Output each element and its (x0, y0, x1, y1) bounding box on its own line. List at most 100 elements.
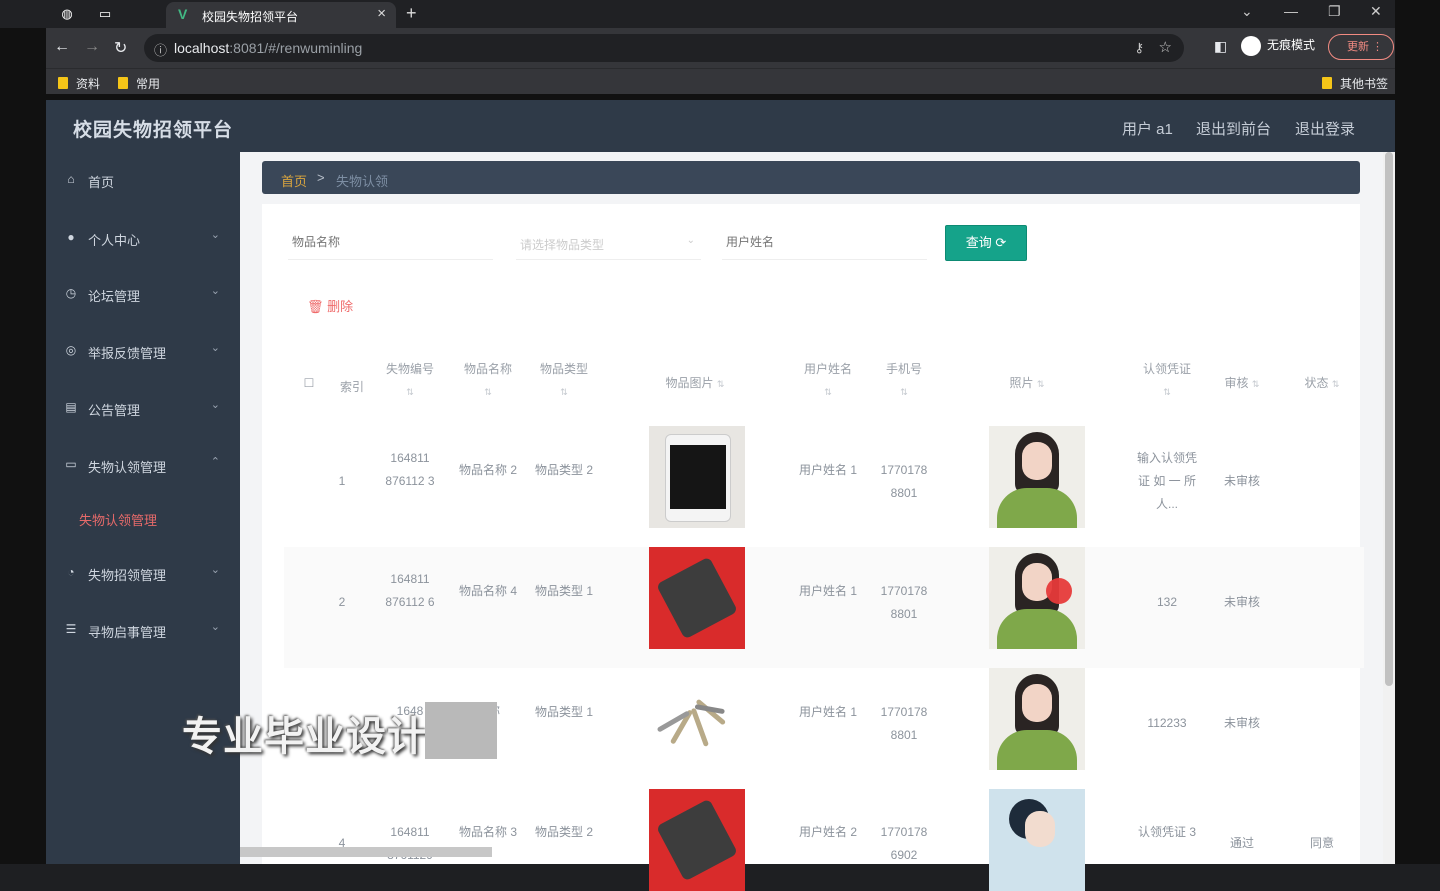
chevron-down-icon: ⌄ (210, 564, 220, 576)
item-type-select[interactable]: 请选择物品类型 ⌄ (516, 224, 701, 260)
row-proof: 认领凭证 3 (1137, 825, 1196, 839)
mouse-cursor-highlight (1046, 578, 1072, 604)
item-name-input[interactable] (288, 224, 493, 259)
minimize-icon[interactable]: — (1284, 3, 1298, 19)
user-photo[interactable] (989, 789, 1085, 891)
bookmarks-bar: 资料 常用 其他书签 (46, 68, 1395, 94)
scroll-thumb[interactable] (1385, 152, 1393, 686)
trash-icon: 🗑 (307, 299, 324, 314)
row-review: 通过 (1229, 836, 1254, 850)
bookmark-folder-2[interactable]: 常用 (118, 75, 160, 92)
user-photo[interactable] (989, 547, 1085, 649)
row-type: 物品类型 1 (534, 584, 593, 598)
current-user-link[interactable]: 用户 a1 (1122, 118, 1173, 139)
col-name[interactable]: 物品名称 ⇅ (458, 358, 518, 403)
tab-search-icon[interactable]: ▭ (96, 5, 114, 23)
active-tab[interactable]: V 校园失物招领平台 × (166, 2, 396, 28)
sidebar-item-forum[interactable]: ◷ 论坛管理 ⌄ (46, 274, 240, 314)
col-image[interactable]: 物品图片 ⇅ (640, 372, 750, 395)
delete-button[interactable]: 🗑 删除 (307, 296, 353, 315)
chevron-down-icon: ⌄ (210, 285, 220, 297)
sidebar-item-report[interactable]: ◎ 举报反馈管理 ⌄ (46, 331, 240, 371)
password-key-icon[interactable]: ⚷ (1134, 40, 1144, 56)
bookmark-folder-1[interactable]: 资料 (58, 75, 100, 92)
item-name-search[interactable] (288, 224, 493, 260)
sidebar-item-home[interactable]: ⌂ 首页 (46, 160, 240, 200)
col-status[interactable]: 状态 ⇅ (1292, 372, 1352, 395)
folder-icon (58, 77, 68, 89)
reload-icon[interactable]: ↻ (114, 38, 127, 58)
restore-icon[interactable]: ❐ (1328, 3, 1341, 20)
address-bar[interactable]: ⓘ localhost:8081/#/renwuminling ⚷ ☆ (144, 34, 1184, 62)
user-photo[interactable] (989, 426, 1085, 528)
col-code[interactable]: 失物编号 ⇅ (380, 358, 440, 403)
row-user: 用户姓名 1 (798, 463, 857, 477)
user-name-input[interactable] (722, 224, 927, 259)
site-info-icon[interactable]: ⓘ (154, 40, 167, 59)
sidebar-subitem-claim[interactable]: 失物认领管理 (79, 510, 157, 529)
sidebar-item-search-notice[interactable]: ☰ 寻物启事管理 ⌄ (46, 610, 240, 650)
item-image-keys[interactable] (649, 668, 745, 770)
sidebar-item-label: 寻物启事管理 (88, 625, 167, 640)
query-button[interactable]: 查询 ⟳ (945, 225, 1027, 261)
notice-icon: ▤ (65, 400, 77, 414)
forward-icon[interactable]: → (84, 38, 100, 56)
item-image-wallet[interactable] (649, 547, 745, 649)
sidebar-item-label: 论坛管理 (88, 289, 141, 304)
sidepanel-icon[interactable]: ◧ (1214, 38, 1227, 55)
folder-icon (1322, 77, 1332, 89)
app-title: 校园失物招领平台 (73, 120, 234, 141)
user-photo[interactable] (989, 668, 1085, 770)
user-name-search[interactable] (722, 224, 927, 260)
col-type[interactable]: 物品类型 ⇅ (534, 358, 594, 403)
col-photo[interactable]: 照片 ⇅ (992, 372, 1062, 395)
incognito-indicator[interactable]: 无痕模式 (1241, 36, 1315, 56)
row-proof: 112233 (1147, 716, 1187, 730)
col-user[interactable]: 用户姓名 ⇅ (798, 358, 858, 403)
sidebar-item-label: 失物认领管理 (88, 460, 167, 475)
tab-list-chevron-icon[interactable]: ⌄ (1241, 3, 1253, 20)
browser-toolbar: ← → ↻ ⓘ localhost:8081/#/renwuminling ⚷ … (46, 28, 1395, 68)
sidebar-item-claim[interactable]: ▭ 失物认领管理 ⌃ (46, 445, 240, 485)
browser-window: ◉ ◍ ▭ V 校园失物招领平台 × + ⌄ — ❐ ✕ ← → ↻ ⓘ loc… (0, 0, 1440, 891)
exit-to-front-link[interactable]: 退出到前台 (1196, 118, 1271, 139)
col-review[interactable]: 审核 ⇅ (1212, 372, 1272, 395)
lost-icon: ◔ (67, 565, 75, 579)
col-index: 索引 (339, 380, 364, 394)
back-icon[interactable]: ← (54, 38, 70, 56)
other-bookmarks[interactable]: 其他书签 (1322, 75, 1388, 92)
breadcrumb-current: 失物认领 (336, 174, 389, 189)
row-review: 未审核 (1223, 716, 1260, 730)
sidebar-item-label: 失物招领管理 (88, 568, 167, 583)
sidebar-item-profile[interactable]: ● 个人中心 ⌄ (46, 218, 240, 258)
tab-title: 校园失物招领平台 (202, 10, 299, 24)
item-image-wallet[interactable] (649, 789, 745, 891)
vertical-scrollbar[interactable] (1383, 152, 1395, 864)
col-proof[interactable]: 认领凭证 ⇅ (1134, 358, 1200, 403)
breadcrumb-home[interactable]: 首页 (281, 171, 307, 190)
select-placeholder: 请选择物品类型 (520, 238, 605, 252)
search-icon: ⟳ (995, 235, 1007, 250)
sidebar-item-notice[interactable]: ▤ 公告管理 ⌄ (46, 388, 240, 428)
chevron-down-icon: ⌄ (686, 235, 695, 246)
watermark-text: 专业毕业设计 (182, 715, 428, 759)
horizontal-scrollbar[interactable] (240, 847, 492, 857)
tab-close-icon[interactable]: × (377, 5, 386, 22)
row-stripe (284, 547, 1364, 668)
logout-link[interactable]: 退出登录 (1295, 118, 1355, 139)
sidebar-item-label: 首页 (88, 175, 115, 190)
home-icon: ⌂ (67, 172, 75, 186)
item-image-phone[interactable] (649, 426, 745, 528)
close-window-icon[interactable]: ✕ (1370, 3, 1382, 20)
update-button[interactable]: 更新 ⋮ (1328, 34, 1394, 60)
chevron-down-icon: ⌄ (210, 229, 220, 241)
col-phone[interactable]: 手机号 ⇅ (874, 358, 934, 403)
sidebar-item-lost[interactable]: ◔ 失物招领管理 ⌄ (46, 553, 240, 593)
tabstrip-left: ◉ (0, 0, 73, 28)
select-all-checkbox[interactable]: ☐ (302, 372, 316, 394)
profile-icon[interactable]: ◍ (58, 5, 76, 23)
new-tab-icon[interactable]: + (406, 3, 417, 24)
bookmark-star-icon[interactable]: ☆ (1159, 38, 1172, 56)
row-code: 164811 876112 6 (385, 572, 435, 609)
sidebar-item-label: 举报反馈管理 (88, 346, 167, 361)
